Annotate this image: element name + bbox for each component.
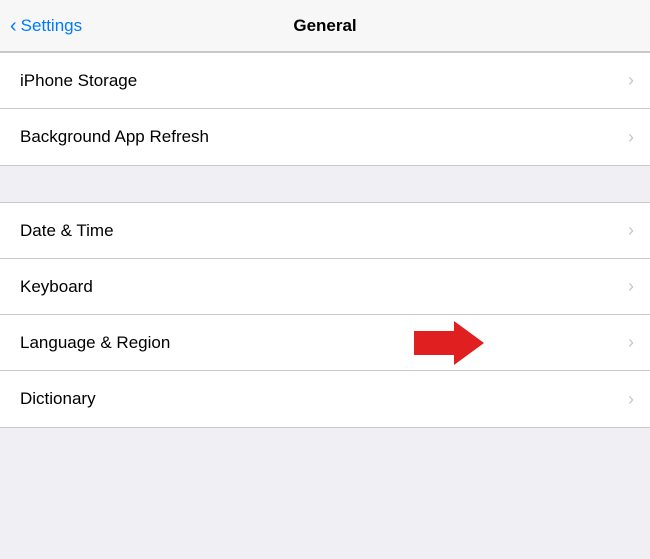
dictionary-label: Dictionary: [20, 389, 96, 409]
arrow-annotation: [414, 321, 614, 365]
dictionary-row[interactable]: Dictionary ›: [0, 371, 650, 427]
keyboard-row[interactable]: Keyboard ›: [0, 259, 650, 315]
background-app-refresh-label: Background App Refresh: [20, 127, 209, 147]
background-app-refresh-row[interactable]: Background App Refresh ›: [0, 109, 650, 165]
keyboard-label: Keyboard: [20, 277, 93, 297]
language-region-label: Language & Region: [20, 333, 170, 353]
chevron-right-icon: ›: [628, 276, 634, 297]
back-button[interactable]: ‹ Settings: [10, 16, 82, 36]
language-region-row[interactable]: Language & Region ›: [0, 315, 650, 371]
section-1: iPhone Storage › Background App Refresh …: [0, 52, 650, 166]
chevron-right-icon: ›: [628, 389, 634, 410]
chevron-right-icon: ›: [628, 220, 634, 241]
chevron-right-icon: ›: [628, 70, 634, 91]
iphone-storage-row[interactable]: iPhone Storage ›: [0, 53, 650, 109]
navigation-bar: ‹ Settings General: [0, 0, 650, 52]
chevron-right-icon: ›: [628, 332, 634, 353]
section-gap: [0, 166, 650, 202]
chevron-right-icon: ›: [628, 127, 634, 148]
page-title: General: [293, 16, 356, 36]
chevron-back-icon: ‹: [10, 16, 17, 36]
date-time-row[interactable]: Date & Time ›: [0, 203, 650, 259]
date-time-label: Date & Time: [20, 221, 114, 241]
section-2: Date & Time › Keyboard › Language & Regi…: [0, 202, 650, 428]
back-label: Settings: [21, 16, 82, 36]
iphone-storage-label: iPhone Storage: [20, 71, 137, 91]
